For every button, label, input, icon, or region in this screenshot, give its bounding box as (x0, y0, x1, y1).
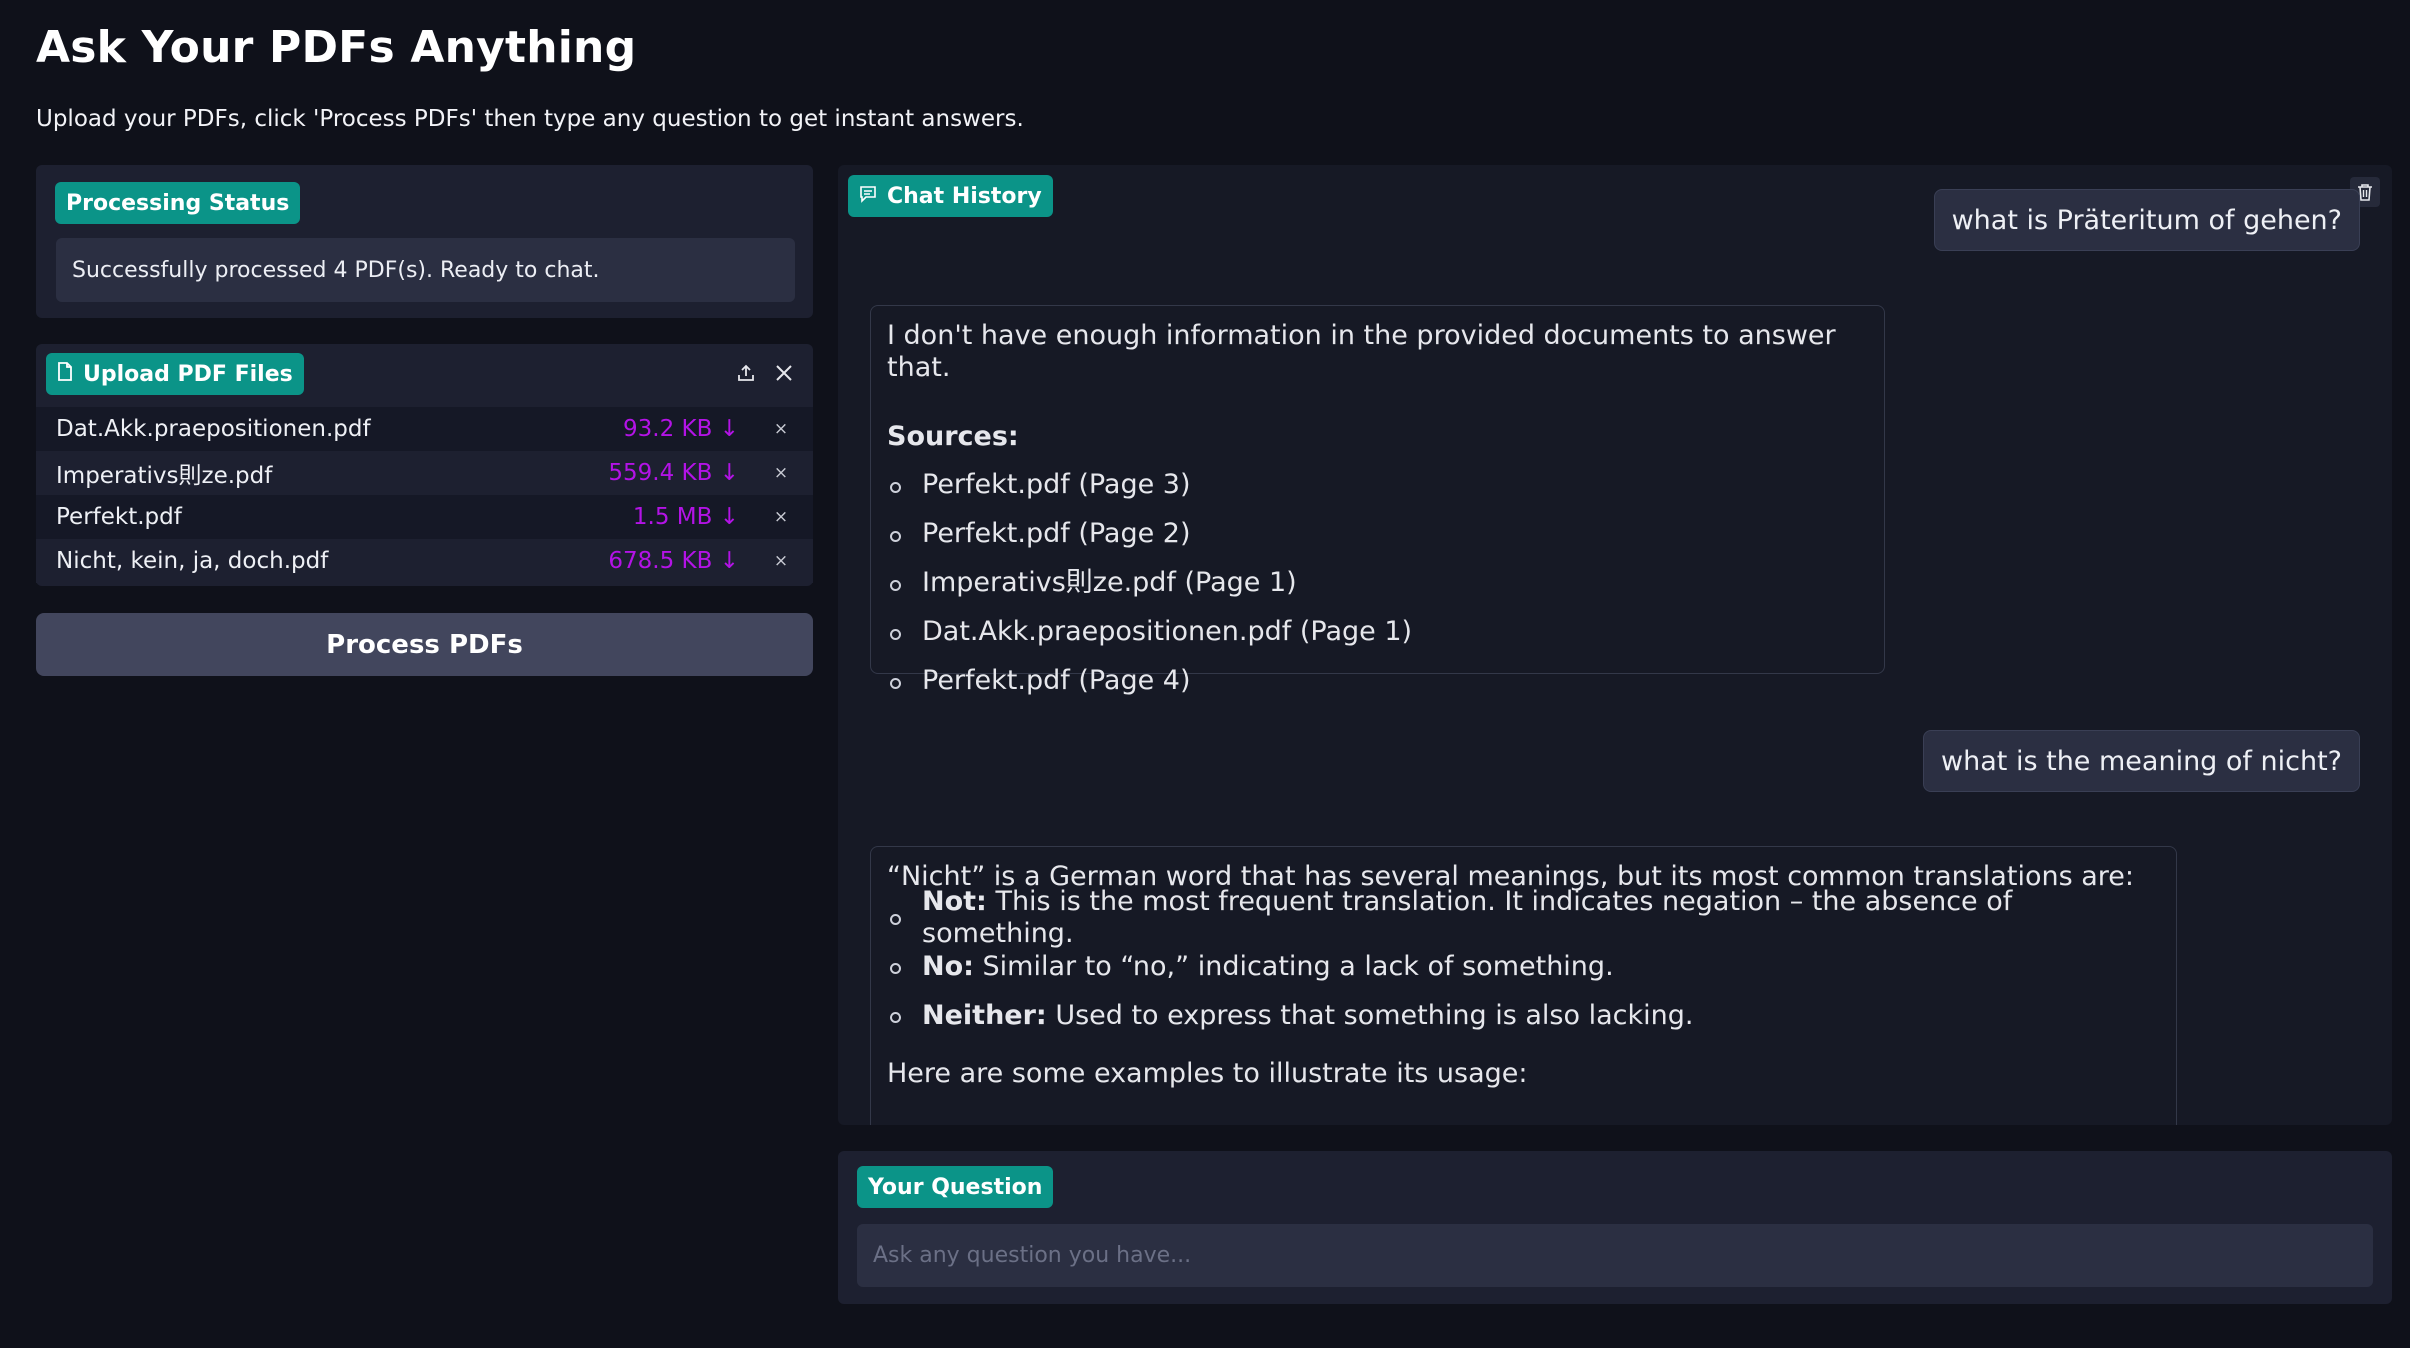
processing-status-label: Processing Status (55, 182, 301, 224)
source-item: Imperativs則ze.pdf (Page 1) (887, 559, 1868, 608)
page-title: Ask Your PDFs Anything (36, 22, 637, 73)
file-row[interactable]: Perfekt.pdf 1.5 MB ↓ × (36, 495, 813, 539)
file-name[interactable]: Imperativs則ze.pdf (56, 456, 608, 490)
meaning-item: Neither: Used to express that something … (887, 991, 2160, 1040)
file-icon (57, 362, 73, 386)
source-item: Dat.Akk.praepositionen.pdf (Page 1) (887, 608, 1868, 657)
meaning-list: Not: This is the most frequent translati… (887, 886, 2160, 1040)
remove-file-icon[interactable]: × (769, 419, 793, 439)
uploaded-file-list: Dat.Akk.praepositionen.pdf 93.2 KB ↓ × I… (36, 407, 813, 583)
meaning-item: Not: This is the most frequent translati… (887, 886, 2160, 949)
meaning-desc: Similar to “no,” indicating a lack of so… (982, 950, 1614, 982)
sources-heading: Sources: (887, 420, 1019, 452)
remove-file-icon[interactable]: × (769, 463, 793, 483)
file-row[interactable]: Nicht, kein, ja, doch.pdf 678.5 KB ↓ × (36, 539, 813, 583)
upload-icon[interactable] (729, 356, 763, 390)
file-name[interactable]: Dat.Akk.praepositionen.pdf (56, 416, 623, 442)
chat-history-label: Chat History (848, 175, 1053, 217)
meaning-desc: This is the most frequent translation. I… (922, 885, 2013, 949)
question-input[interactable] (857, 1224, 2373, 1287)
user-message: what is the meaning of nicht? (1923, 730, 2360, 792)
file-size-download-link[interactable]: 1.5 MB ↓ (633, 504, 739, 530)
file-size-download-link[interactable]: 678.5 KB ↓ (608, 548, 739, 574)
upload-pdf-panel[interactable]: Upload PDF Files Dat.Akk.praepositionen.… (36, 344, 813, 586)
file-name[interactable]: Nicht, kein, ja, doch.pdf (56, 548, 608, 574)
sources-list: Perfekt.pdf (Page 3) Perfekt.pdf (Page 2… (887, 461, 1868, 706)
upload-pdf-label-text: Upload PDF Files (83, 361, 293, 387)
assistant-message-outro: Here are some examples to illustrate its… (887, 1058, 1528, 1090)
file-row[interactable]: Imperativs則ze.pdf 559.4 KB ↓ × (36, 451, 813, 495)
source-item: Perfekt.pdf (Page 3) (887, 461, 1868, 510)
assistant-message: I don't have enough information in the p… (870, 305, 1885, 696)
meaning-term: No: (922, 950, 974, 982)
processing-status-panel: Processing Status Successfully processed… (36, 165, 813, 318)
file-row[interactable]: Dat.Akk.praepositionen.pdf 93.2 KB ↓ × (36, 407, 813, 451)
assistant-message-text: I don't have enough information in the p… (887, 320, 1836, 384)
file-size-download-link[interactable]: 93.2 KB ↓ (623, 416, 739, 442)
source-item: Perfekt.pdf (Page 4) (887, 657, 1868, 706)
upload-pdf-label: Upload PDF Files (46, 353, 304, 395)
file-size-download-link[interactable]: 559.4 KB ↓ (608, 460, 739, 486)
remove-file-icon[interactable]: × (769, 551, 793, 571)
chat-history-panel[interactable]: Chat History what is Präteritum of gehen… (838, 165, 2392, 1125)
processing-status-label-text: Processing Status (66, 190, 290, 216)
meaning-term: Neither: (922, 999, 1047, 1031)
clear-files-close-icon[interactable] (767, 356, 801, 390)
question-panel: Your Question (838, 1151, 2392, 1304)
page-subtitle: Upload your PDFs, click 'Process PDFs' t… (36, 106, 1024, 132)
processing-status-message: Successfully processed 4 PDF(s). Ready t… (56, 238, 795, 302)
chat-history-label-text: Chat History (887, 183, 1042, 209)
your-question-label: Your Question (857, 1166, 1054, 1208)
source-item: Perfekt.pdf (Page 2) (887, 510, 1868, 559)
remove-file-icon[interactable]: × (769, 507, 793, 527)
upload-toolbar (729, 356, 801, 390)
chat-bubble-icon (859, 185, 877, 208)
meaning-item: No: Similar to “no,” indicating a lack o… (887, 942, 2160, 991)
file-name[interactable]: Perfekt.pdf (56, 504, 633, 530)
meaning-desc: Used to express that something is also l… (1055, 999, 1694, 1031)
meaning-term: Not: (922, 885, 987, 917)
your-question-label-text: Your Question (868, 1174, 1043, 1200)
assistant-message: “Nicht” is a German word that has severa… (870, 846, 2177, 1125)
process-pdfs-button[interactable]: Process PDFs (36, 613, 813, 676)
user-message: what is Präteritum of gehen? (1933, 189, 2360, 251)
